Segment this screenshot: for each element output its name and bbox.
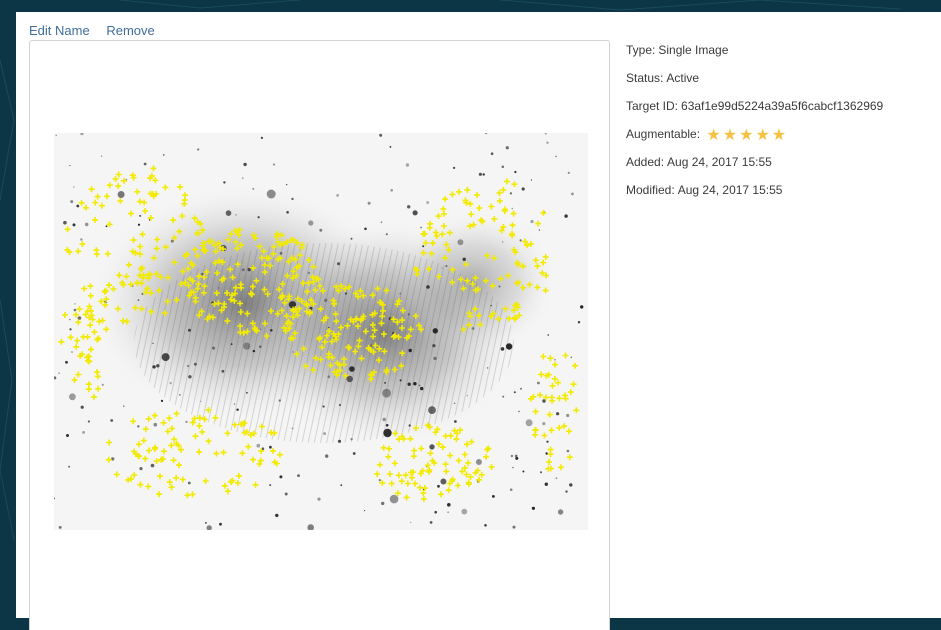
target-actions: Edit Name Remove	[29, 23, 168, 38]
target-image-frame	[29, 40, 610, 630]
added-value: Aug 24, 2017 15:55	[667, 155, 772, 169]
target-id-row: Target ID: 63af1e99d5224a39a5f6cabcf13629…	[626, 98, 883, 126]
augmentable-label: Augmentable:	[626, 127, 701, 141]
modified-row: Modified: Aug 24, 2017 15:55	[626, 182, 883, 210]
star-icon: ★	[739, 127, 754, 144]
target-id-value: 63af1e99d5224a39a5f6cabcf1362969	[681, 99, 884, 113]
edit-name-link[interactable]: Edit Name	[29, 23, 90, 38]
target-detail-panel: Edit Name Remove Type: Single Image Stat…	[16, 12, 941, 630]
type-label: Type:	[626, 43, 656, 57]
status-label: Status:	[626, 71, 664, 85]
type-row: Type: Single Image	[626, 42, 883, 70]
target-id-label: Target ID:	[626, 99, 679, 113]
added-label: Added:	[626, 155, 665, 169]
modified-value: Aug 24, 2017 15:55	[677, 183, 783, 197]
augmentable-row: Augmentable: ★ ★ ★ ★ ★	[626, 126, 883, 154]
status-value: Active	[666, 71, 700, 85]
modified-label: Modified:	[626, 183, 675, 197]
star-icon: ★	[706, 127, 721, 144]
star-icon: ★	[771, 127, 787, 144]
remove-link[interactable]: Remove	[106, 23, 154, 38]
star-icon: ★	[722, 127, 738, 144]
target-image	[54, 133, 588, 530]
status-row: Status: Active	[626, 70, 883, 98]
augmentable-rating: ★ ★ ★ ★ ★	[706, 128, 786, 144]
star-icon: ★	[755, 127, 770, 144]
added-row: Added: Aug 24, 2017 15:55	[626, 154, 883, 182]
target-details: Type: Single Image Status: Active Target I…	[626, 42, 883, 210]
type-value: Single Image	[658, 43, 729, 57]
